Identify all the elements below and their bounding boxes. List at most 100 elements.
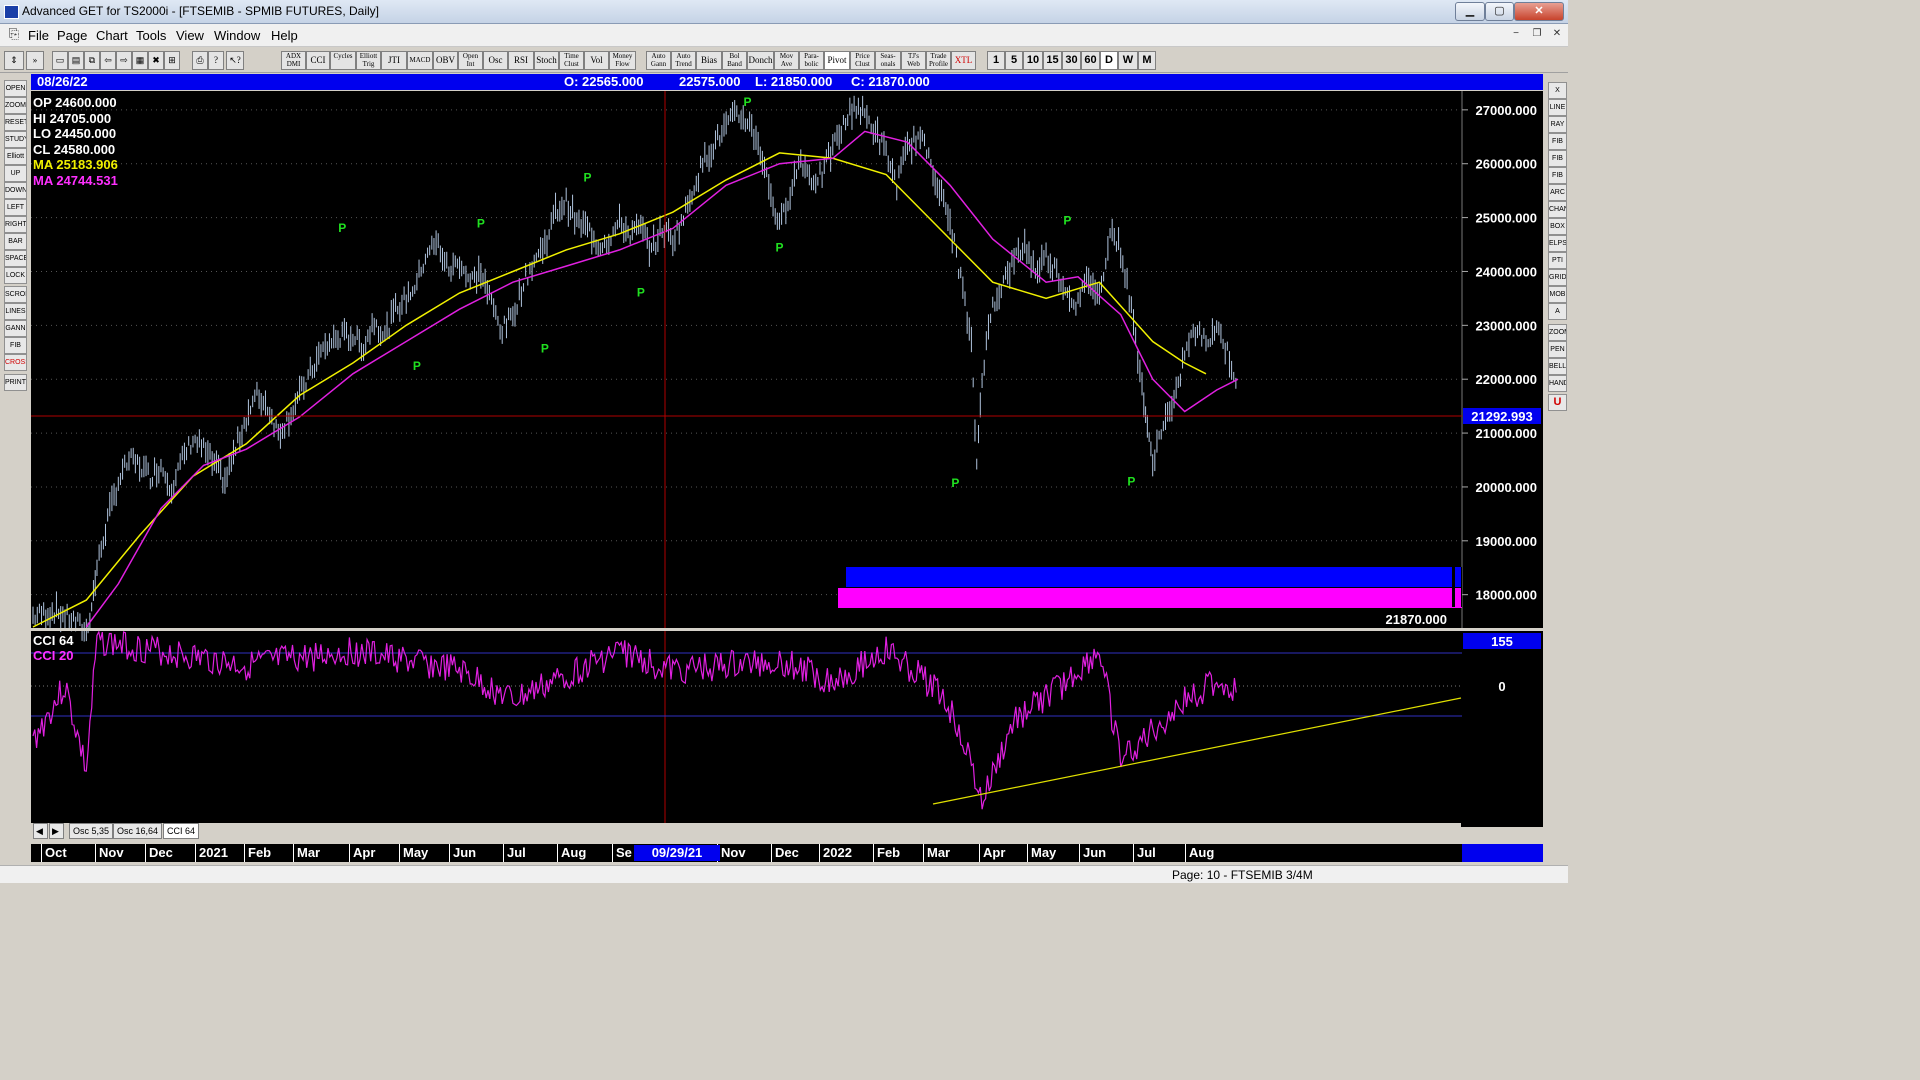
- tab-scroll-left-icon[interactable]: ◀: [33, 823, 48, 839]
- help-icon[interactable]: ?: [208, 51, 224, 70]
- study-parabolic[interactable]: Para-bolic: [799, 51, 824, 70]
- study-vol[interactable]: Vol: [584, 51, 609, 70]
- period-monthly[interactable]: M: [1138, 51, 1156, 70]
- study-mov-ave[interactable]: Mov Ave: [774, 51, 799, 70]
- draw-zoom-icon[interactable]: ZOOM: [1548, 324, 1567, 341]
- draw-text-icon[interactable]: A: [1548, 303, 1567, 320]
- study-rsi[interactable]: RSI: [508, 51, 534, 70]
- tool-fib-icon[interactable]: FIB: [4, 337, 27, 354]
- menu-file[interactable]: File: [28, 28, 49, 43]
- study-time-clust[interactable]: Time Clust: [559, 51, 584, 70]
- draw-x-icon[interactable]: X: [1548, 82, 1567, 99]
- study-elliott-trig[interactable]: Elliott Trig: [356, 51, 381, 70]
- close-chart-icon[interactable]: ✖: [148, 51, 164, 70]
- tool-lock-icon[interactable]: LOCK: [4, 267, 27, 284]
- chart-area[interactable]: 27000.000 26000.000 25000.000 24000.000 2300…: [31, 91, 1543, 827]
- tool-elliott-icon[interactable]: Elliott: [4, 148, 27, 165]
- study-auto-gann[interactable]: Auto Gann: [646, 51, 671, 70]
- tile-icon[interactable]: ⊞: [164, 51, 180, 70]
- period-weekly[interactable]: W: [1118, 51, 1138, 70]
- study-price-clust[interactable]: Price Clust: [850, 51, 875, 70]
- page-icon[interactable]: ▤: [68, 51, 84, 70]
- tab-cci-64[interactable]: CCI 64: [163, 823, 200, 839]
- print-icon[interactable]: ⎙: [192, 51, 208, 70]
- draw-line-icon[interactable]: LINE: [1548, 99, 1567, 116]
- tool-scroll-icon[interactable]: SCROLL: [4, 286, 27, 303]
- draw-u-icon[interactable]: U: [1548, 394, 1567, 411]
- document-icon[interactable]: ⎘: [6, 27, 22, 41]
- study-bol-band[interactable]: Bol Band: [722, 51, 747, 70]
- mdi-minimize-icon[interactable]: −: [1508, 27, 1524, 41]
- study-xtl[interactable]: XTL: [951, 51, 976, 70]
- tool-left-arrow-icon[interactable]: LEFT: [4, 199, 27, 216]
- tool-bar-icon[interactable]: BAR: [4, 233, 27, 250]
- period-15[interactable]: 15: [1043, 51, 1062, 70]
- period-daily[interactable]: D: [1100, 51, 1118, 70]
- tool-open-icon[interactable]: OPEN: [4, 80, 27, 97]
- draw-fib-ret-icon[interactable]: FIB RET: [1548, 133, 1567, 150]
- tool-space-icon[interactable]: SPACE: [4, 250, 27, 267]
- price-chart-svg[interactable]: 27000.000 26000.000 25000.000 24000.000 2300…: [31, 91, 1543, 827]
- study-adx-dmi[interactable]: ADX DMI: [281, 51, 306, 70]
- period-1[interactable]: 1: [987, 51, 1005, 70]
- menu-help[interactable]: Help: [271, 28, 298, 43]
- cursor-tool-icon[interactable]: ⇕: [4, 51, 24, 70]
- study-money-flow[interactable]: Money Flow: [609, 51, 636, 70]
- context-help-icon[interactable]: ↖?: [226, 51, 244, 70]
- back-icon[interactable]: ⇦: [100, 51, 116, 70]
- maximize-button[interactable]: ▢: [1485, 2, 1514, 21]
- study-open-int[interactable]: Open Int: [458, 51, 483, 70]
- tool-reset-icon[interactable]: RESET: [4, 114, 27, 131]
- tool-lines-icon[interactable]: LINES: [4, 303, 27, 320]
- draw-mob-icon[interactable]: MOB: [1548, 286, 1567, 303]
- period-10[interactable]: 10: [1023, 51, 1043, 70]
- tool-zoom-icon[interactable]: ZOOM: [4, 97, 27, 114]
- study-obv[interactable]: OBV: [433, 51, 458, 70]
- draw-hand-icon[interactable]: HAND: [1548, 375, 1567, 392]
- study-cci[interactable]: CCI: [306, 51, 330, 70]
- forward-icon[interactable]: ⇨: [116, 51, 132, 70]
- study-cycles[interactable]: Cycles: [330, 51, 356, 70]
- menu-page[interactable]: Page: [57, 28, 87, 43]
- pane-divider[interactable]: [31, 628, 1543, 631]
- study-bias[interactable]: Bias: [696, 51, 722, 70]
- mdi-close-icon[interactable]: ✕: [1549, 27, 1565, 41]
- tool-cross-icon[interactable]: CROSS: [4, 354, 27, 371]
- menu-tools[interactable]: Tools: [136, 28, 166, 43]
- tab-osc-5-35[interactable]: Osc 5,35: [69, 823, 114, 839]
- draw-pti-icon[interactable]: PTI: [1548, 252, 1567, 269]
- tool-study-icon[interactable]: STUDY: [4, 131, 27, 148]
- draw-ellipse-icon[interactable]: ELPS: [1548, 235, 1567, 252]
- draw-channel-icon[interactable]: CHAN: [1548, 201, 1567, 218]
- period-30[interactable]: 30: [1062, 51, 1081, 70]
- study-tjs-web[interactable]: TJ's Web: [901, 51, 926, 70]
- draw-box-icon[interactable]: BOX: [1548, 218, 1567, 235]
- study-seasonals[interactable]: Seas-onals: [875, 51, 901, 70]
- mdi-restore-icon[interactable]: ❐: [1529, 27, 1545, 41]
- menu-window[interactable]: Window: [214, 28, 260, 43]
- tool-right-arrow-icon[interactable]: RIGHT: [4, 216, 27, 233]
- study-jti[interactable]: JTI: [381, 51, 407, 70]
- draw-fib-time-icon[interactable]: FIB TIME: [1548, 167, 1567, 184]
- draw-arc-icon[interactable]: ARC: [1548, 184, 1567, 201]
- minimize-button[interactable]: ▁: [1455, 2, 1485, 21]
- draw-fib-ext-icon[interactable]: FIB EXT: [1548, 150, 1567, 167]
- period-60[interactable]: 60: [1081, 51, 1100, 70]
- study-stoch[interactable]: Stoch: [534, 51, 559, 70]
- tool-up-arrow-icon[interactable]: UP: [4, 165, 27, 182]
- tab-scroll-right-icon[interactable]: ▶: [49, 823, 64, 839]
- menu-chart[interactable]: Chart: [96, 28, 128, 43]
- copy-icon[interactable]: ⧉: [84, 51, 100, 70]
- tool-gann-icon[interactable]: GANN: [4, 320, 27, 337]
- draw-grid-icon[interactable]: GRID: [1548, 269, 1567, 286]
- study-pivot[interactable]: Pivot: [824, 51, 850, 70]
- tab-osc-16-64[interactable]: Osc 16,64: [113, 823, 163, 839]
- tool-down-arrow-icon[interactable]: DOWN: [4, 182, 27, 199]
- period-5[interactable]: 5: [1005, 51, 1023, 70]
- study-trade-profile[interactable]: Trade Profile: [926, 51, 951, 70]
- study-macd[interactable]: MACD: [407, 51, 433, 70]
- menu-view[interactable]: View: [176, 28, 204, 43]
- new-icon[interactable]: ▭: [52, 51, 68, 70]
- tool-print-icon[interactable]: PRINT: [4, 374, 27, 391]
- speed-icon[interactable]: »: [26, 51, 44, 70]
